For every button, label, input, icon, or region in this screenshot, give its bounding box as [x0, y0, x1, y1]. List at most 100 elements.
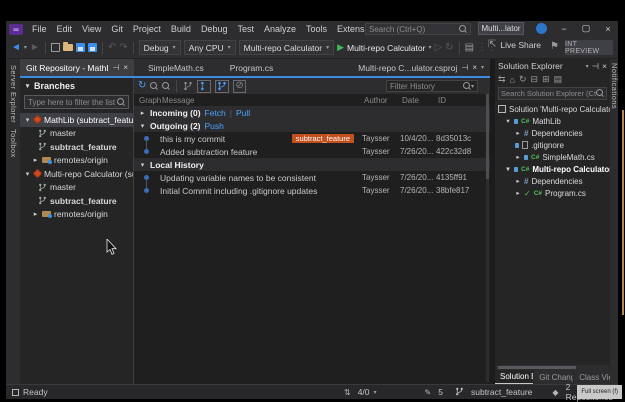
solution-configuration-dropdown[interactable]: Debug▾: [139, 40, 181, 55]
column-author[interactable]: Author: [362, 96, 400, 105]
branch-tree-repo-calculator[interactable]: ▾ Multi-repo Calculator (su...: [20, 167, 133, 181]
menu-file[interactable]: File: [27, 24, 52, 34]
pin-icon[interactable]: ⊣: [461, 63, 468, 72]
dependencies-node-2[interactable]: ▸ Dependencies: [495, 175, 610, 187]
save-icon[interactable]: [76, 43, 85, 52]
history-filter-input[interactable]: Filter History ▾: [386, 80, 478, 92]
collapse-all-icon[interactable]: ⊟: [531, 74, 539, 85]
toolbox-side-tab[interactable]: Toolbox: [9, 129, 18, 158]
branch-tree-master-2[interactable]: master: [20, 181, 133, 195]
branches-header[interactable]: ▾ Branches: [20, 78, 133, 93]
tab-simplemath[interactable]: SimpleMath.cs: [142, 59, 210, 76]
column-graph[interactable]: Graph: [134, 96, 160, 105]
commit-row[interactable]: this is my commit subtract_feature Tayss…: [134, 132, 490, 145]
maximize-button[interactable]: ▢: [576, 21, 596, 36]
new-project-icon[interactable]: [51, 43, 60, 52]
start-without-debugging-icon[interactable]: ▷: [434, 43, 442, 53]
notifications-side-tab[interactable]: Notifications: [610, 63, 619, 109]
user-avatar[interactable]: [536, 23, 547, 34]
expand-icon[interactable]: ▾: [505, 165, 511, 173]
outgoing-section-row[interactable]: ▾ Outgoing (2) Push: [134, 119, 490, 132]
startup-project-dropdown[interactable]: Multi-repo Calculator▾: [239, 40, 334, 55]
minimize-button[interactable]: −: [554, 21, 574, 36]
column-date[interactable]: Date: [400, 96, 436, 105]
int-preview-button[interactable]: INT PREVIEW: [565, 40, 613, 55]
navigate-back-dropdown-icon[interactable]: ▾: [24, 44, 27, 51]
attach-icon[interactable]: ▤: [465, 43, 474, 53]
tab-program[interactable]: Program.cs: [224, 59, 279, 76]
expand-icon[interactable]: ▾: [139, 161, 146, 169]
push-link[interactable]: Push: [205, 121, 224, 131]
zoom-in-icon[interactable]: [162, 82, 170, 91]
home-icon[interactable]: ⌂: [510, 75, 515, 85]
save-all-icon[interactable]: [88, 43, 97, 52]
current-branch[interactable]: subtract_feature: [471, 387, 532, 397]
branch-tag[interactable]: subtract_feature: [292, 134, 354, 143]
switch-views-icon[interactable]: ⇆: [498, 74, 506, 85]
collapsed-icon[interactable]: ▸: [515, 189, 521, 197]
pin-icon[interactable]: ⊣: [112, 63, 119, 72]
menu-analyze[interactable]: Analyze: [259, 24, 301, 34]
branch-tree-remotes-origin[interactable]: ▸ remotes/origin: [20, 154, 133, 168]
quick-search-box[interactable]: Search (Ctrl+Q): [365, 23, 471, 35]
gitignore-node[interactable]: .gitignore: [495, 139, 610, 151]
live-share-button[interactable]: ⇱ Live Share: [488, 40, 541, 50]
menu-project[interactable]: Project: [128, 24, 166, 34]
compare-branch-icon[interactable]: [183, 81, 193, 91]
collapsed-icon[interactable]: ▸: [32, 156, 39, 164]
project-node-calculator[interactable]: ▾ Multi-repo Calculator: [495, 163, 610, 175]
collapsed-icon[interactable]: ▸: [515, 129, 521, 137]
close-icon[interactable]: ×: [602, 61, 607, 71]
chevron-down-icon[interactable]: ▾: [374, 389, 377, 396]
properties-icon[interactable]: ▤: [554, 74, 563, 85]
menu-test[interactable]: Test: [232, 24, 259, 34]
navigate-back-icon[interactable]: ◄: [11, 43, 21, 53]
refresh-icon[interactable]: ↻: [138, 81, 146, 91]
close-icon[interactable]: ×: [123, 63, 128, 72]
expand-icon[interactable]: ▾: [24, 116, 31, 124]
pin-icon[interactable]: ⊣: [592, 61, 599, 72]
menu-git[interactable]: Git: [106, 24, 128, 34]
solution-explorer-hscrollbar[interactable]: [496, 365, 609, 370]
chevron-down-icon[interactable]: ▾: [481, 64, 484, 71]
close-button[interactable]: ×: [598, 21, 618, 36]
expand-icon[interactable]: ▾: [24, 170, 31, 178]
zoom-out-icon[interactable]: [150, 82, 158, 91]
show-first-parent-toggle[interactable]: [197, 80, 211, 93]
collapsed-icon[interactable]: ▸: [515, 177, 521, 185]
project-node-mathlib[interactable]: ▾ MathLib: [495, 115, 610, 127]
tab-csproj[interactable]: Multi-repo C...ulator.csproj ⊣ × ▾: [352, 59, 490, 76]
branch-tree-subtract-feature-2[interactable]: subtract_feature: [20, 194, 133, 208]
branch-tree-master[interactable]: master: [20, 127, 133, 141]
expand-icon[interactable]: ▾: [139, 122, 146, 130]
fetch-link[interactable]: Fetch: [205, 108, 226, 118]
close-icon[interactable]: ×: [472, 63, 477, 72]
solution-node[interactable]: Solution 'Multi-repo Calculator' (2: [495, 103, 610, 115]
simplemath-node[interactable]: ▸ SimpleMath.cs: [495, 151, 610, 163]
pull-link[interactable]: Pull: [236, 108, 250, 118]
menu-tools[interactable]: Tools: [301, 24, 332, 34]
branch-tree-repo-mathlib[interactable]: ▾ MathLib (subtract_feature): [20, 113, 133, 127]
tab-git-repository[interactable]: Git Repository - MathLib ⊣ ×: [20, 59, 134, 76]
commit-row[interactable]: Initial Commit including .gitignore upda…: [134, 184, 490, 197]
start-debugging-button[interactable]: ▶ Multi-repo Calculator ▾: [337, 42, 431, 53]
commit-row[interactable]: Updating variable names to be consistent…: [134, 171, 490, 184]
local-history-section-row[interactable]: ▾ Local History: [134, 158, 490, 171]
solution-platform-dropdown[interactable]: Any CPU▾: [184, 40, 236, 55]
show-all-files-icon[interactable]: ⊞: [542, 74, 550, 85]
show-all-branches-toggle[interactable]: [215, 80, 229, 93]
incoming-section-row[interactable]: ▸ Incoming (0) Fetch | Pull: [134, 106, 490, 119]
menu-edit[interactable]: Edit: [52, 24, 78, 34]
column-id[interactable]: ID: [436, 96, 482, 105]
chevron-down-icon[interactable]: ▾: [586, 63, 589, 70]
collapsed-icon[interactable]: ▸: [32, 210, 39, 218]
pending-edits-count[interactable]: 5: [438, 387, 443, 397]
sync-with-active-document-icon[interactable]: ↻: [519, 74, 527, 85]
tab-solution-explorer[interactable]: Solution E...: [495, 370, 533, 384]
branch-tree-subtract-feature[interactable]: subtract_feature: [20, 140, 133, 154]
branch-tree-remotes-origin-2[interactable]: ▸ remotes/origin: [20, 208, 133, 222]
feedback-icon[interactable]: ⚑: [550, 42, 559, 52]
pencil-icon[interactable]: ✎: [425, 388, 432, 397]
solution-explorer-titlebar[interactable]: Solution Explorer ▾ ⊣ ×: [495, 59, 610, 73]
menu-debug[interactable]: Debug: [196, 24, 233, 34]
